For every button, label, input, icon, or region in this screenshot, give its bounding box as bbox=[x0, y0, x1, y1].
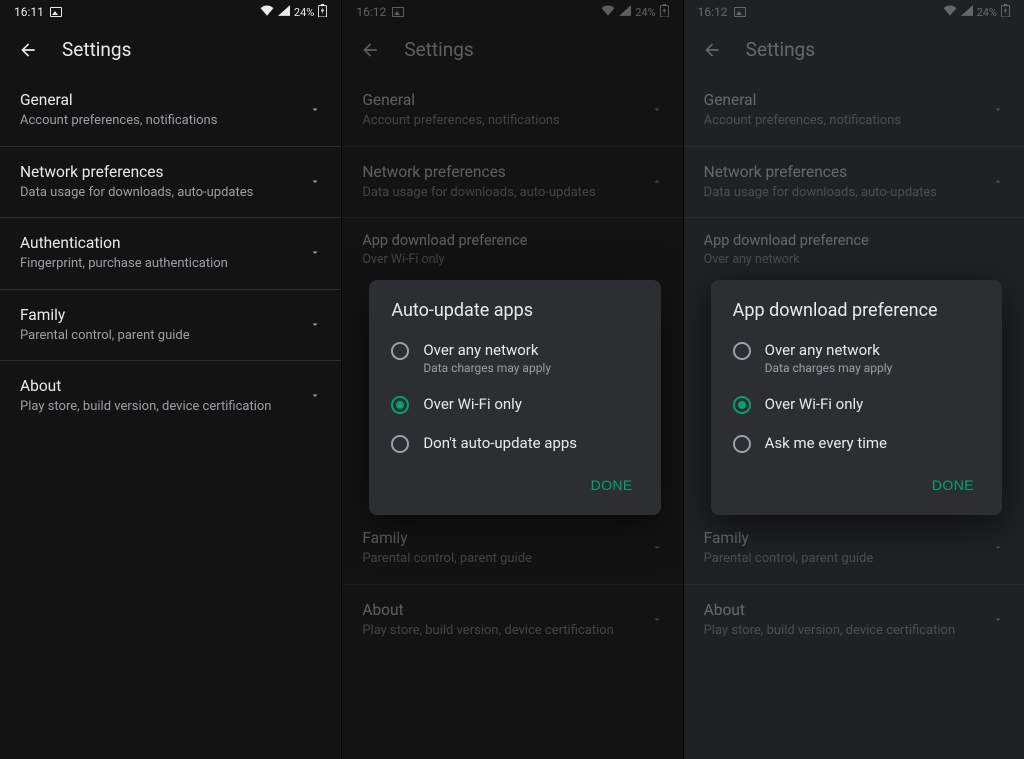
chevron-up-icon bbox=[651, 172, 663, 191]
app-bar: Settings bbox=[342, 24, 682, 75]
radio-option-any-network[interactable]: Over any network Data charges may apply bbox=[369, 331, 660, 385]
radio-option-any-network[interactable]: Over any network Data charges may apply bbox=[711, 331, 1002, 385]
radio-option-dont-update[interactable]: Don't auto-update apps bbox=[369, 424, 660, 463]
app-bar: Settings bbox=[0, 24, 341, 75]
chevron-down-icon bbox=[309, 172, 321, 191]
signal-icon bbox=[619, 5, 631, 19]
chevron-down-icon bbox=[651, 101, 663, 120]
radio-option-wifi-only[interactable]: Over Wi-Fi only bbox=[369, 385, 660, 424]
dialog-title: Auto-update apps bbox=[369, 300, 660, 331]
chevron-down-icon bbox=[651, 539, 663, 558]
radio-option-ask-every-time[interactable]: Ask me every time bbox=[711, 424, 1002, 463]
settings-item-network[interactable]: Network preferences Data usage for downl… bbox=[342, 147, 682, 219]
back-icon[interactable] bbox=[18, 40, 38, 60]
picture-icon bbox=[734, 7, 746, 17]
done-button[interactable]: DONE bbox=[922, 469, 984, 501]
chevron-down-icon bbox=[309, 244, 321, 263]
battery-percentage: 24% bbox=[294, 6, 314, 19]
settings-subitem-app-download-pref[interactable]: App download preference Over any network bbox=[684, 218, 1024, 283]
done-button[interactable]: DONE bbox=[581, 469, 643, 501]
settings-subitem-app-download-pref[interactable]: App download preference Over Wi-Fi only bbox=[342, 218, 682, 283]
settings-item-about[interactable]: About Play store, build version, device … bbox=[342, 585, 682, 656]
page-title: Settings bbox=[746, 38, 815, 61]
dialog-title: App download preference bbox=[711, 300, 1002, 331]
dialog-auto-update: Auto-update apps Over any network Data c… bbox=[369, 280, 660, 515]
page-title: Settings bbox=[404, 38, 473, 61]
settings-item-family[interactable]: Family Parental control, parent guide bbox=[342, 513, 682, 585]
radio-icon bbox=[733, 342, 751, 360]
status-bar: 16:12 24% bbox=[342, 0, 682, 24]
picture-icon bbox=[50, 7, 62, 17]
clock: 16:12 bbox=[356, 5, 386, 19]
dialog-app-download-pref: App download preference Over any network… bbox=[711, 280, 1002, 515]
settings-item-about[interactable]: About Play store, build version, device … bbox=[684, 585, 1024, 656]
radio-option-wifi-only[interactable]: Over Wi-Fi only bbox=[711, 385, 1002, 424]
chevron-down-icon bbox=[992, 610, 1004, 629]
battery-charging-icon bbox=[1001, 4, 1010, 20]
signal-icon bbox=[961, 5, 973, 19]
chevron-down-icon bbox=[309, 101, 321, 120]
clock: 16:12 bbox=[698, 5, 728, 19]
wifi-icon bbox=[943, 5, 957, 19]
wifi-icon bbox=[260, 5, 274, 19]
back-icon[interactable] bbox=[702, 40, 722, 60]
chevron-down-icon bbox=[992, 101, 1004, 120]
signal-icon bbox=[278, 5, 290, 19]
battery-charging-icon bbox=[318, 4, 327, 20]
page-title: Settings bbox=[62, 38, 131, 61]
status-bar: 16:12 24% bbox=[684, 0, 1024, 24]
screen-download-pref-dialog: 16:12 24% Settings General Account prefe… bbox=[683, 0, 1024, 759]
radio-icon-selected bbox=[391, 396, 409, 414]
settings-item-family[interactable]: Family Parental control, parent guide bbox=[0, 290, 341, 362]
settings-item-general[interactable]: General Account preferences, notificatio… bbox=[684, 75, 1024, 147]
settings-item-authentication[interactable]: Authentication Fingerprint, purchase aut… bbox=[0, 218, 341, 290]
picture-icon bbox=[392, 7, 404, 17]
settings-item-network[interactable]: Network preferences Data usage for downl… bbox=[0, 147, 341, 219]
chevron-down-icon bbox=[651, 610, 663, 629]
settings-list: General Account preferences, notificatio… bbox=[0, 75, 341, 432]
radio-icon bbox=[391, 435, 409, 453]
settings-item-family[interactable]: Family Parental control, parent guide bbox=[684, 513, 1024, 585]
chevron-down-icon bbox=[309, 315, 321, 334]
settings-item-about[interactable]: About Play store, build version, device … bbox=[0, 361, 341, 432]
chevron-down-icon bbox=[309, 387, 321, 406]
chevron-down-icon bbox=[992, 539, 1004, 558]
clock: 16:11 bbox=[14, 5, 44, 19]
app-bar: Settings bbox=[684, 24, 1024, 75]
radio-icon-selected bbox=[733, 396, 751, 414]
settings-item-general[interactable]: General Account preferences, notificatio… bbox=[0, 75, 341, 147]
wifi-icon bbox=[601, 5, 615, 19]
back-icon[interactable] bbox=[360, 40, 380, 60]
screen-settings-root: 16:11 24% Settings General Account prefe… bbox=[0, 0, 341, 759]
radio-icon bbox=[391, 342, 409, 360]
radio-icon bbox=[733, 435, 751, 453]
status-bar: 16:11 24% bbox=[0, 0, 341, 24]
battery-percentage: 24% bbox=[635, 6, 655, 19]
settings-item-general[interactable]: General Account preferences, notificatio… bbox=[342, 75, 682, 147]
settings-item-network[interactable]: Network preferences Data usage for downl… bbox=[684, 147, 1024, 219]
screen-auto-update-dialog: 16:12 24% Settings General Account prefe… bbox=[341, 0, 682, 759]
battery-percentage: 24% bbox=[977, 6, 997, 19]
chevron-up-icon bbox=[992, 172, 1004, 191]
battery-charging-icon bbox=[660, 4, 669, 20]
